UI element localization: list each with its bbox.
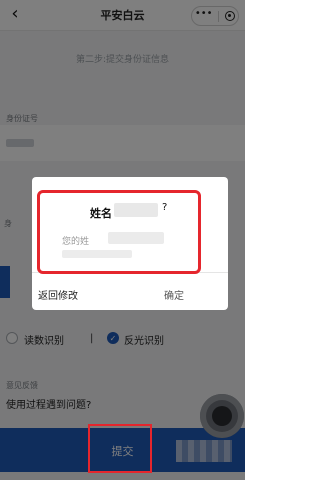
dialog-confirm-button[interactable]: 确定 (164, 287, 184, 302)
dialog-cancel-button[interactable]: 返回修改 (38, 287, 78, 302)
annotation-highlight-submit (88, 424, 152, 473)
annotation-highlight-dialog (37, 190, 201, 274)
